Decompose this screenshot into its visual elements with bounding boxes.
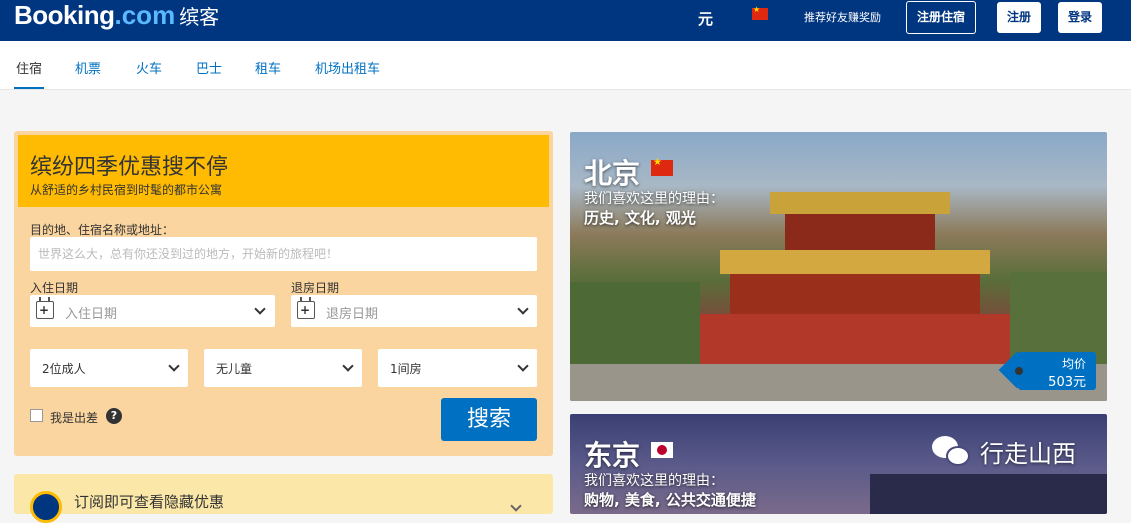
destination-card-beijing[interactable]: 北京 ★ 我们喜欢这里的理由： 历史, 文化, 观光 均价 503元: [570, 132, 1107, 401]
palace-gate-wall: [700, 314, 1010, 364]
deal-badge-icon: [30, 491, 62, 523]
help-icon[interactable]: ?: [106, 408, 122, 424]
tab-car-rental[interactable]: 租车: [255, 58, 281, 77]
search-title: 缤纷四季优惠搜不停: [30, 155, 229, 180]
checkout-date-field[interactable]: 退房日期: [291, 295, 537, 327]
search-panel-header: 缤纷四季优惠搜不停 从舒适的乡村民宿到时髦的都市公寓: [18, 135, 549, 207]
children-select[interactable]: 无儿童: [204, 349, 362, 387]
trees-left: [570, 282, 700, 364]
destination-card-tokyo[interactable]: 东京 我们喜欢这里的理由： 购物, 美食, 公共交通便捷 行走山西: [570, 414, 1107, 514]
destination-label: 目的地、住宿名称或地址：: [30, 223, 175, 237]
login-button[interactable]: 登录: [1058, 2, 1102, 33]
product-nav: 住宿 机票 火车 巴士 租车 机场出租车: [0, 41, 1131, 90]
rooms-select[interactable]: 1间房: [378, 349, 537, 387]
register-button[interactable]: 注册: [997, 2, 1041, 33]
chevron-down-icon: [168, 360, 180, 372]
reason-label: 我们喜欢这里的理由：: [584, 473, 724, 489]
tab-airport-taxi[interactable]: 机场出租车: [315, 58, 380, 77]
wechat-icon: [932, 435, 972, 468]
tab-stays[interactable]: 住宿: [16, 58, 42, 77]
china-flag-icon: ★: [651, 157, 673, 176]
checkin-date-field[interactable]: 入住日期: [30, 295, 275, 327]
watermark: 行走山西: [932, 434, 1076, 469]
language-flag-icon[interactable]: [752, 5, 768, 20]
subscribe-text: 订阅即可查看隐藏优惠: [74, 493, 225, 511]
chevron-down-icon: [342, 360, 354, 372]
booking-logo[interactable]: Booking .com 缤客: [14, 0, 219, 32]
business-trip-label: 我是出差: [50, 411, 99, 425]
reason-label: 我们喜欢这里的理由：: [584, 191, 724, 207]
tab-buses[interactable]: 巴士: [196, 58, 222, 77]
chevron-down-icon: [517, 360, 529, 372]
referral-link[interactable]: 推荐好友赚奖励: [804, 9, 881, 25]
list-property-button[interactable]: 注册住宿: [906, 1, 977, 34]
japan-flag-icon: [651, 442, 673, 458]
destination-input[interactable]: 世界这么大，总有你还没到过的地方，开始新的旅程吧！: [30, 237, 537, 271]
active-tab-indicator: [14, 87, 44, 89]
search-subtitle: 从舒适的乡村民宿到时髦的都市公寓: [30, 183, 223, 197]
reason-tags: 购物, 美食, 公共交通便捷: [584, 491, 756, 509]
adults-select[interactable]: 2位成人: [30, 349, 188, 387]
subscribe-banner[interactable]: 订阅即可查看隐藏优惠: [14, 474, 553, 523]
palace-lower-wall: [730, 274, 980, 314]
business-trip-checkbox[interactable]: [30, 409, 43, 422]
currency-selector[interactable]: 元: [698, 8, 713, 29]
chevron-down-icon: [510, 500, 522, 512]
price-tag-icon: [1015, 367, 1023, 375]
chevron-down-icon: [254, 303, 266, 315]
city-name: 东京: [584, 439, 641, 472]
chevron-down-icon: [517, 303, 529, 315]
palace-roof-lower: [720, 250, 990, 274]
reason-tags: 历史, 文化, 观光: [584, 209, 696, 227]
price-tag: 均价 503元: [998, 351, 1096, 390]
city-skyline: [870, 474, 1107, 514]
calendar-icon: [36, 297, 54, 319]
search-button[interactable]: 搜索: [441, 398, 537, 441]
checkout-label: 退房日期: [291, 281, 340, 295]
search-panel: 缤纷四季优惠搜不停 从舒适的乡村民宿到时髦的都市公寓 目的地、住宿名称或地址： …: [14, 131, 553, 456]
tab-flights[interactable]: 机票: [75, 58, 101, 77]
city-name: 北京: [584, 157, 641, 190]
trees-right: [1010, 272, 1107, 364]
checkin-label: 入住日期: [30, 281, 79, 295]
tab-trains[interactable]: 火车: [136, 58, 162, 77]
calendar-icon: [297, 297, 315, 319]
palace-roof-upper: [770, 192, 950, 214]
palace-upper-wall: [785, 214, 935, 252]
top-header: Booking.com缤客 元 推荐好友赚奖励 注册住宿 注册 登录: [0, 0, 1131, 41]
